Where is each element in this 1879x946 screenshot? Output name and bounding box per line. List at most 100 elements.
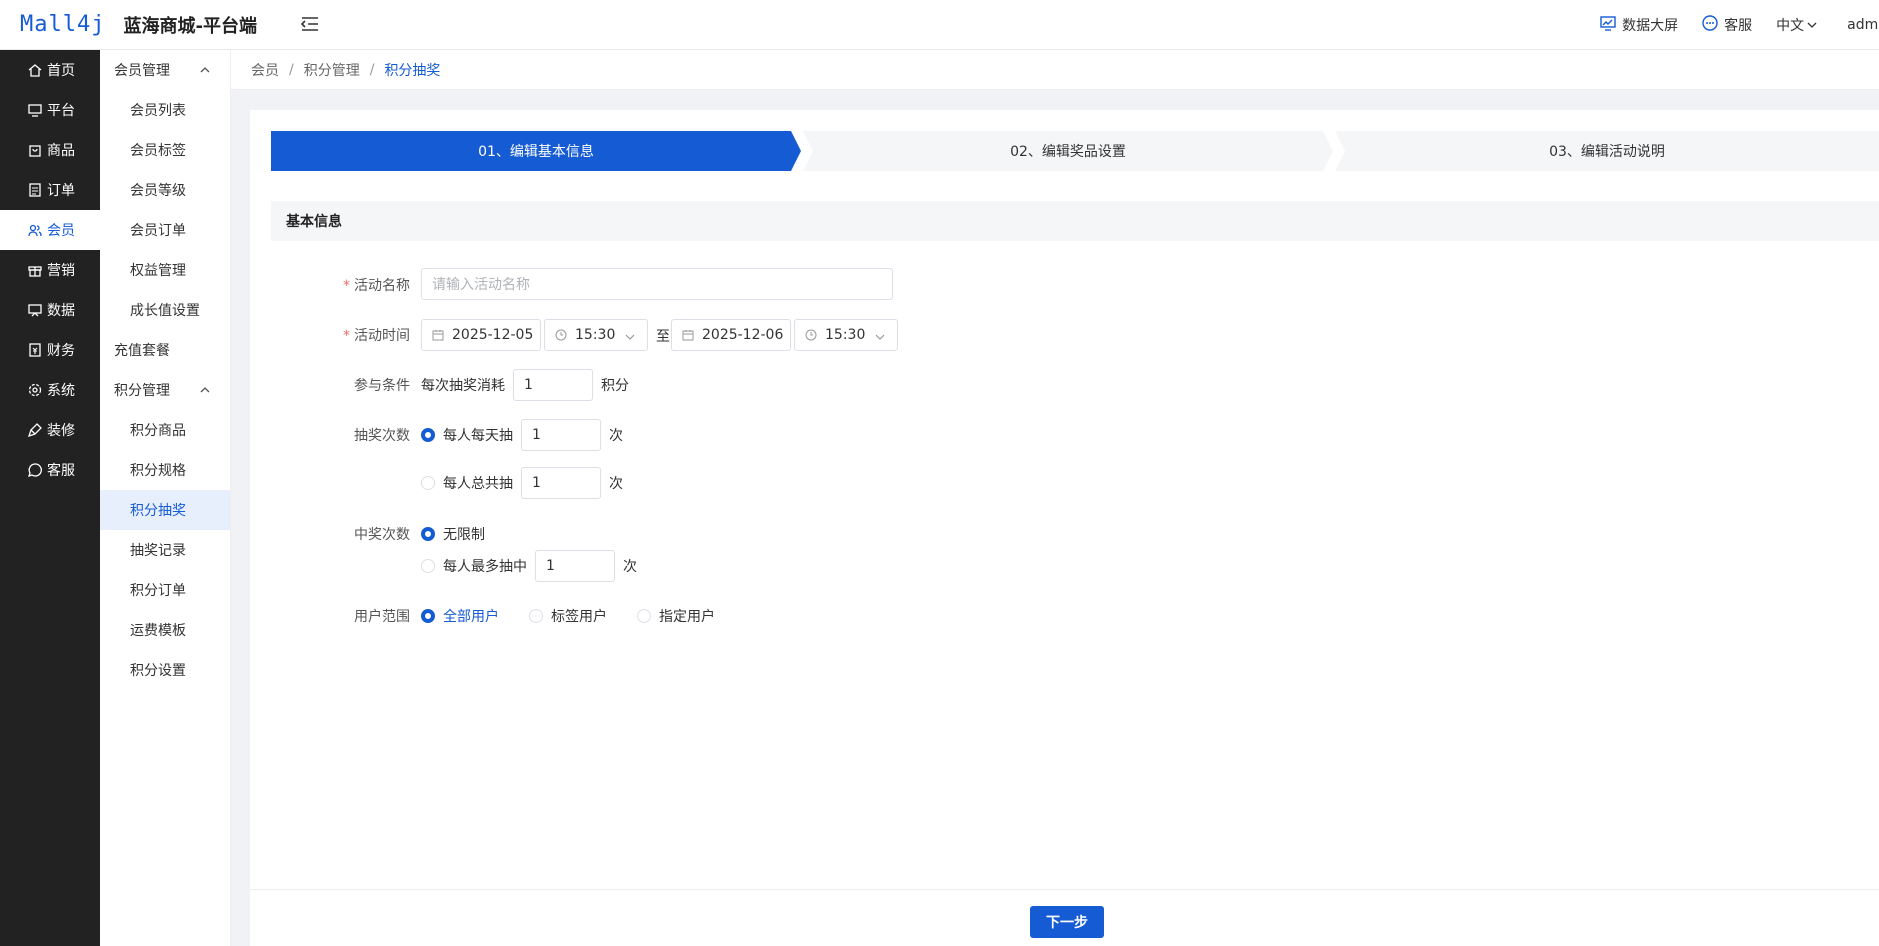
breadcrumb-item[interactable]: 会员 (251, 60, 279, 80)
subnav-item[interactable]: 积分设置 (100, 650, 230, 690)
radio-dot (421, 559, 435, 573)
language-select[interactable]: 中文 (1776, 15, 1823, 35)
win-unlimited-label: 无限制 (443, 527, 485, 543)
nav-item-marketing[interactable]: 营销 (0, 250, 100, 290)
dashboard-link[interactable]: 数据大屏 (1600, 15, 1678, 35)
breadcrumb-item[interactable]: 积分管理 (304, 60, 360, 80)
scope-tag-radio[interactable]: 标签用户 (529, 606, 607, 626)
draw-daily-label: 每人每天抽 (443, 428, 513, 444)
wallet-icon (28, 343, 42, 357)
draw-total-input[interactable]: 1 (521, 467, 601, 499)
start-date-picker[interactable]: 2025-12-05 (421, 319, 541, 351)
monitor-icon (28, 103, 42, 117)
subnav-group-points[interactable]: 积分管理 (100, 370, 230, 410)
start-time-picker[interactable]: 15:30 (544, 319, 648, 351)
secondary-nav: 会员管理 会员列表 会员标签 会员等级 会员订单 权益管理 成长值设置 充值套餐… (100, 50, 231, 946)
subnav-item[interactable]: 会员标签 (100, 130, 230, 170)
menu-collapse-icon[interactable] (300, 13, 319, 37)
user-name[interactable]: admin (1847, 17, 1879, 33)
nav-label: 财务 (47, 343, 75, 359)
service-link[interactable]: 客服 (1702, 15, 1752, 35)
nav-label: 商品 (47, 143, 75, 159)
chat-icon (1702, 15, 1724, 35)
subnav-item[interactable]: 会员订单 (100, 210, 230, 250)
activity-name-input[interactable]: 请输入活动名称 (421, 268, 893, 300)
step-3: 03、编辑活动说明 (1335, 131, 1879, 171)
nav-label: 数据 (47, 303, 75, 319)
win-max-input[interactable]: 1 (535, 550, 615, 582)
end-time-value: 15:30 (825, 327, 866, 343)
times-unit: 次 (609, 476, 623, 492)
radio-dot (421, 476, 435, 490)
draw-daily-radio[interactable]: 每人每天抽 (421, 425, 513, 445)
breadcrumb-current: 积分抽奖 (384, 62, 441, 79)
subnav-recharge[interactable]: 充值套餐 (100, 330, 230, 370)
nav-item-system[interactable]: 系统 (0, 370, 100, 410)
draw-daily-input[interactable]: 1 (521, 419, 601, 451)
nav-item-finance[interactable]: 财务 (0, 330, 100, 370)
end-date-value: 2025-12-06 (702, 327, 784, 343)
breadcrumb: 会员 / 积分管理 / 积分抽奖 (231, 50, 1879, 90)
nav-item-platform[interactable]: 平台 (0, 90, 100, 130)
subnav-item-active[interactable]: 积分抽奖 (100, 490, 230, 530)
nav-label: 营销 (47, 263, 75, 279)
chevron-down-icon (1807, 17, 1823, 33)
end-time-picker[interactable]: 15:30 (794, 319, 898, 351)
calendar-icon (682, 329, 694, 341)
nav-item-order[interactable]: 订单 (0, 170, 100, 210)
subnav-item[interactable]: 积分订单 (100, 570, 230, 610)
draw-times-label: 抽奖次数 (354, 428, 410, 444)
top-bar: Mall4j 蓝海商城-平台端 数据大屏 客服 中文 admin (0, 0, 1879, 50)
steps: 01、编辑基本信息 02、编辑奖品设置 03、编辑活动说明 (271, 131, 1879, 171)
app-title: 蓝海商城-平台端 (123, 15, 257, 37)
nav-item-goods[interactable]: 商品 (0, 130, 100, 170)
subnav-item[interactable]: 积分商品 (100, 410, 230, 450)
subnav-item[interactable]: 权益管理 (100, 250, 230, 290)
gear-icon (28, 383, 42, 397)
radio-dot (421, 609, 435, 623)
chevron-up-icon (200, 62, 210, 78)
draw-total-label: 每人总共抽 (443, 476, 513, 492)
subnav-group-member[interactable]: 会员管理 (100, 50, 230, 90)
subnav-item[interactable]: 会员等级 (100, 170, 230, 210)
scope-specific-radio[interactable]: 指定用户 (637, 606, 715, 626)
activity-time-label-text: 活动时间 (354, 328, 410, 344)
subnav-item[interactable]: 会员列表 (100, 90, 230, 130)
dashboard-label: 数据大屏 (1622, 18, 1679, 34)
activity-name-label: * 活动名称 (250, 275, 410, 295)
calendar-icon (432, 329, 444, 341)
language-label: 中文 (1776, 18, 1805, 34)
win-max-radio[interactable]: 每人最多抽中 (421, 556, 527, 576)
nav-item-member[interactable]: 会员 (0, 210, 100, 250)
users-icon (28, 223, 42, 237)
chat-bubble-icon (28, 463, 42, 477)
nav-label: 首页 (47, 63, 75, 79)
board-icon (28, 303, 42, 317)
condition-points-input[interactable]: 1 (513, 369, 593, 401)
nav-item-data[interactable]: 数据 (0, 290, 100, 330)
subnav-item[interactable]: 成长值设置 (100, 290, 230, 330)
draw-total-radio[interactable]: 每人总共抽 (421, 473, 513, 493)
home-icon (28, 63, 42, 77)
section-title: 基本信息 (271, 201, 1879, 241)
subnav-item[interactable]: 抽奖记录 (100, 530, 230, 570)
condition-prefix: 每次抽奖消耗 (421, 378, 505, 394)
logo[interactable]: Mall4j 蓝海商城-平台端 (20, 12, 257, 38)
next-step-button[interactable]: 下一步 (1030, 906, 1104, 938)
brush-icon (28, 423, 42, 437)
condition-unit: 积分 (601, 378, 629, 394)
nav-item-home[interactable]: 首页 (0, 50, 100, 90)
scope-specific-label: 指定用户 (659, 609, 715, 625)
subnav-item[interactable]: 运费模板 (100, 610, 230, 650)
win-unlimited-radio[interactable]: 无限制 (421, 524, 485, 544)
nav-item-decorate[interactable]: 装修 (0, 410, 100, 450)
scope-all-radio[interactable]: 全部用户 (421, 606, 499, 626)
subnav-item[interactable]: 积分规格 (100, 450, 230, 490)
radio-dot (421, 527, 435, 541)
subnav-group-label: 充值套餐 (114, 343, 170, 359)
end-date-picker[interactable]: 2025-12-06 (671, 319, 791, 351)
nav-item-service[interactable]: 客服 (0, 450, 100, 490)
service-label: 客服 (1724, 18, 1753, 34)
nav-label: 客服 (47, 463, 75, 479)
form-footer: 下一步 (250, 889, 1879, 946)
